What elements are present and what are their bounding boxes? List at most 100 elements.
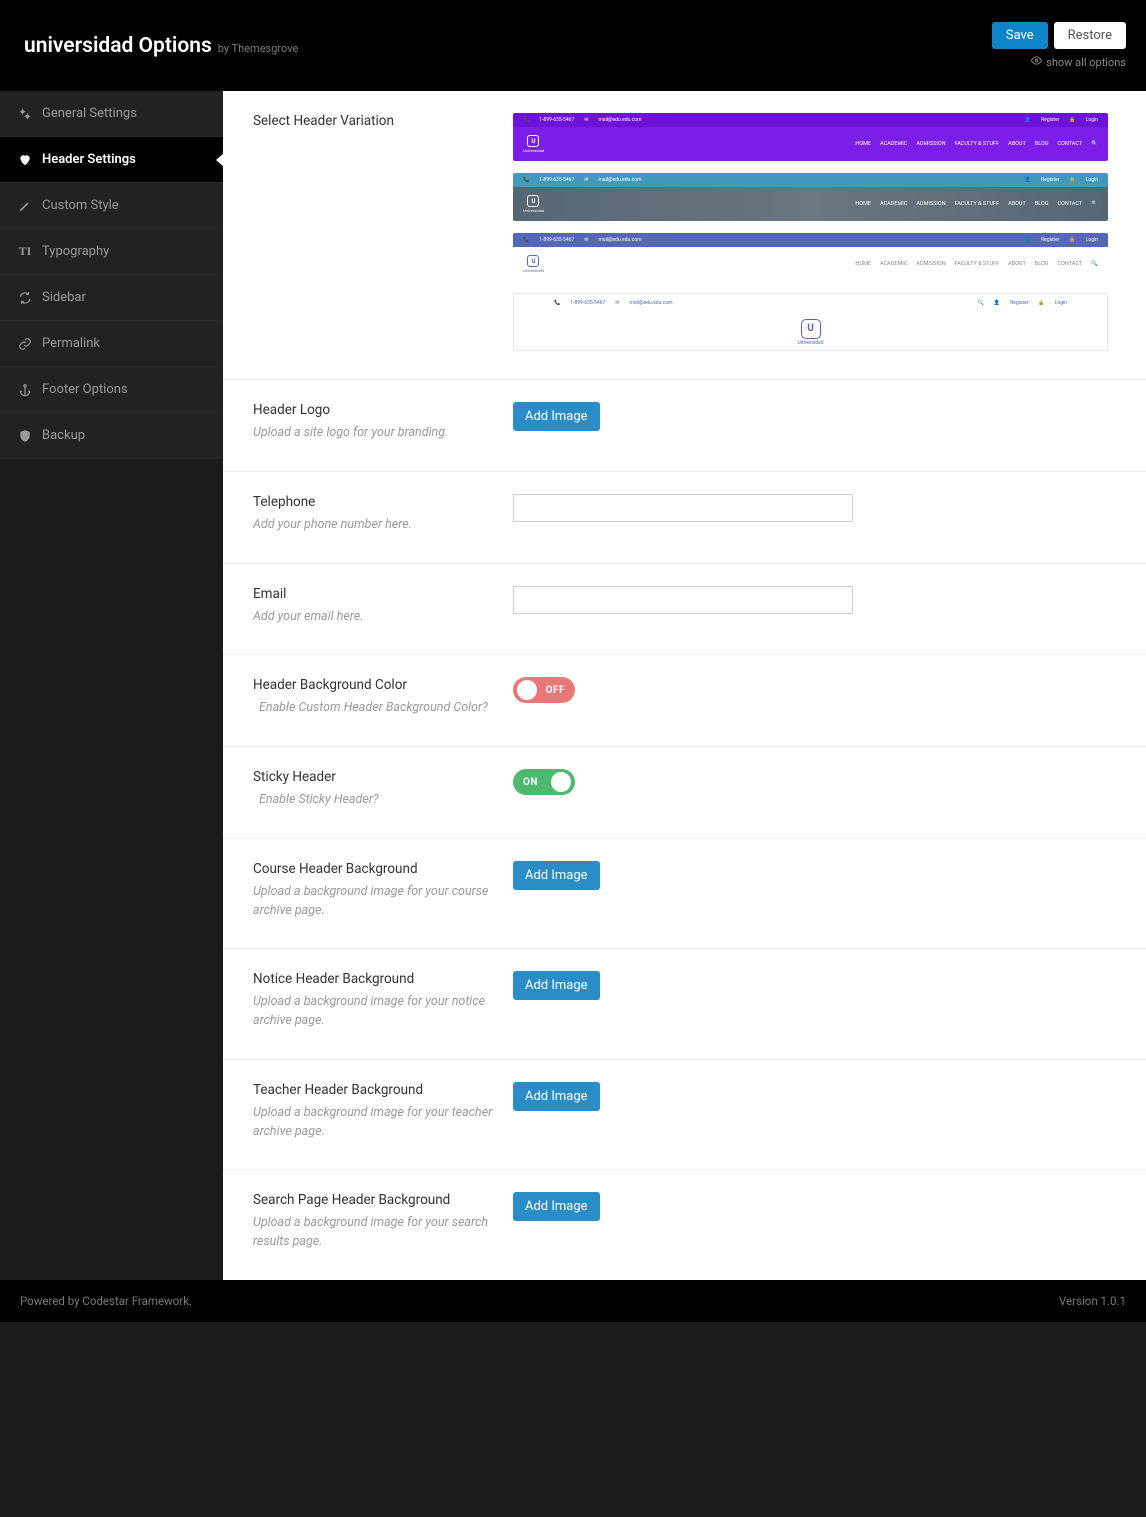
telephone-input[interactable] — [513, 494, 853, 522]
toggle-knob — [517, 680, 537, 700]
sidebar-item-sidebar[interactable]: Sidebar — [0, 275, 223, 321]
setting-course-bg: Course Header Background Upload a backgr… — [223, 839, 1146, 950]
show-all-label: show all options — [1046, 56, 1126, 69]
eye-icon — [1031, 55, 1042, 69]
sidebar-item-label: Sidebar — [42, 290, 86, 305]
hv-logo: UUniversidad — [523, 135, 544, 153]
sidebar-item-label: Header Settings — [42, 152, 136, 167]
app-title: universidad Options — [24, 34, 212, 58]
hv-nav: HOMEACADEMICADMISSIONFACULTY & STUFFABOU… — [855, 201, 1098, 207]
hv-main: UUniversidad — [514, 312, 1107, 351]
setting-desc: Enable Sticky Header? — [253, 791, 513, 810]
hv-main: UUniversidad HOMEACADEMICADMISSIONFACULT… — [513, 187, 1108, 221]
pencil-icon — [18, 199, 32, 213]
heart-icon — [18, 153, 32, 167]
hv-topbar: 📞1-899-635-5467✉mail@edu.edu.com 👤Regist… — [513, 113, 1108, 127]
hv-topbar-right: 👤Register🔒Login — [1025, 177, 1098, 183]
header-variations: 📞1-899-635-5467✉mail@edu.edu.com 👤Regist… — [513, 113, 1116, 351]
setting-desc: Upload a background image for your searc… — [253, 1214, 513, 1252]
hv-logo: UUniversidad — [523, 255, 544, 273]
setting-right: 📞1-899-635-5467✉mail@edu.edu.com 👤Regist… — [513, 113, 1116, 351]
top-header-right: Save Restore show all options — [992, 22, 1126, 69]
header-variation-1[interactable]: 📞1-899-635-5467✉mail@edu.edu.com 👤Regist… — [513, 113, 1108, 161]
setting-notice-bg: Notice Header Background Upload a backgr… — [223, 949, 1146, 1060]
hv-nav: HOMEACADEMICADMISSIONFACULTY & STUFFABOU… — [855, 141, 1098, 147]
hv-nav: HOMEACADEMICADMISSIONFACULTY & STUFFABOU… — [855, 261, 1098, 267]
sidebar-item-footer-options[interactable]: Footer Options — [0, 367, 223, 413]
setting-left: Select Header Variation — [253, 113, 513, 351]
sidebar-item-label: Typography — [42, 244, 109, 259]
link-icon — [18, 337, 32, 351]
email-input[interactable] — [513, 586, 853, 614]
footer-right: Version 1.0.1 — [1059, 1294, 1126, 1308]
add-image-button[interactable]: Add Image — [513, 861, 600, 890]
setting-desc: Upload a background image for your notic… — [253, 993, 513, 1031]
hv-topbar: 📞1-899-635-5467✉mail@edu.edu.com 👤Regist… — [513, 173, 1108, 187]
sidebar-item-backup[interactable]: Backup — [0, 413, 223, 459]
setting-label: Search Page Header Background — [253, 1192, 513, 1208]
app-subtitle: by Themesgrove — [218, 42, 299, 55]
hv-topbar-left: 📞1-899-635-5467✉mail@edu.edu.com — [523, 117, 641, 123]
sidebar-item-header-settings[interactable]: Header Settings — [0, 137, 223, 183]
layout: General Settings Header Settings Custom … — [0, 91, 1146, 1280]
sidebar-item-label: Permalink — [42, 336, 100, 351]
sidebar-item-typography[interactable]: TI Typography — [0, 229, 223, 275]
sidebar-item-permalink[interactable]: Permalink — [0, 321, 223, 367]
setting-teacher-bg: Teacher Header Background Upload a backg… — [223, 1060, 1146, 1171]
setting-label: Notice Header Background — [253, 971, 513, 987]
button-row: Save Restore — [992, 22, 1126, 49]
sidebar-item-label: General Settings — [42, 106, 137, 121]
setting-label: Select Header Variation — [253, 113, 513, 129]
setting-label: Telephone — [253, 494, 513, 510]
add-image-button[interactable]: Add Image — [513, 1192, 600, 1221]
hv-logo: UUniversidad — [523, 195, 544, 213]
footer: Powered by Codestar Framework. Version 1… — [0, 1280, 1146, 1322]
setting-label: Header Background Color — [253, 677, 513, 693]
setting-telephone: Telephone Add your phone number here. — [223, 472, 1146, 564]
sidebar-item-general-settings[interactable]: General Settings — [0, 91, 223, 137]
setting-label: Email — [253, 586, 513, 602]
show-all-options-link[interactable]: show all options — [1031, 55, 1126, 69]
sidebar-item-label: Backup — [42, 428, 85, 443]
setting-search-bg: Search Page Header Background Upload a b… — [223, 1170, 1146, 1280]
sticky-header-toggle[interactable]: ON — [513, 769, 575, 795]
restore-button[interactable]: Restore — [1054, 22, 1126, 49]
header-variation-4[interactable]: 📞1-899-635-5467✉mail@edu.edu.com 🔍👤Regis… — [513, 293, 1108, 351]
hv-logo: UUniversidad — [797, 319, 823, 346]
sidebar-item-custom-style[interactable]: Custom Style — [0, 183, 223, 229]
setting-label: Course Header Background — [253, 861, 513, 877]
hv-topbar-left: 📞1-899-635-5467✉mail@edu.edu.com — [554, 300, 672, 306]
gears-icon — [18, 107, 32, 121]
add-image-button[interactable]: Add Image — [513, 971, 600, 1000]
sidebar: General Settings Header Settings Custom … — [0, 91, 223, 1280]
header-variation-2[interactable]: 📞1-899-635-5467✉mail@edu.edu.com 👤Regist… — [513, 173, 1108, 221]
toggle-label: ON — [523, 777, 538, 788]
add-image-button[interactable]: Add Image — [513, 402, 600, 431]
setting-header-logo: Header Logo Upload a site logo for your … — [223, 380, 1146, 472]
top-header-left: universidad Options by Themesgrove — [24, 34, 298, 58]
hv-topbar-right: 👤Register🔒Login — [1025, 117, 1098, 123]
setting-desc: Upload a background image for your teach… — [253, 1104, 513, 1142]
toggle-label: OFF — [546, 685, 565, 696]
setting-desc: Add your phone number here. — [253, 516, 513, 535]
hv-main: UUniversidad HOMEACADEMICADMISSIONFACULT… — [513, 247, 1108, 281]
shield-icon — [18, 429, 32, 443]
sidebar-item-label: Custom Style — [42, 198, 119, 213]
setting-email: Email Add your email here. — [223, 564, 1146, 656]
setting-desc: Upload a site logo for your branding. — [253, 424, 513, 443]
header-variation-3[interactable]: 📞1-899-635-5467✉mail@edu.edu.com 👤Regist… — [513, 233, 1108, 281]
hv-topbar-left: 📞1-899-635-5467✉mail@edu.edu.com — [523, 177, 641, 183]
sidebar-item-label: Footer Options — [42, 382, 128, 397]
content: Select Header Variation 📞1-899-635-5467✉… — [223, 91, 1146, 1280]
setting-sticky-header: Sticky Header Enable Sticky Header? ON — [223, 747, 1146, 839]
hv-topbar: 📞1-899-635-5467✉mail@edu.edu.com 🔍👤Regis… — [514, 294, 1107, 312]
setting-desc: Add your email here. — [253, 608, 513, 627]
setting-label: Sticky Header — [253, 769, 513, 785]
header-bg-color-toggle[interactable]: OFF — [513, 677, 575, 703]
rotate-icon — [18, 291, 32, 305]
toggle-knob — [551, 772, 571, 792]
save-button[interactable]: Save — [992, 22, 1048, 49]
hv-topbar-left: 📞1-899-635-5467✉mail@edu.edu.com — [523, 237, 641, 243]
add-image-button[interactable]: Add Image — [513, 1082, 600, 1111]
setting-desc: Enable Custom Header Background Color? — [253, 699, 513, 718]
